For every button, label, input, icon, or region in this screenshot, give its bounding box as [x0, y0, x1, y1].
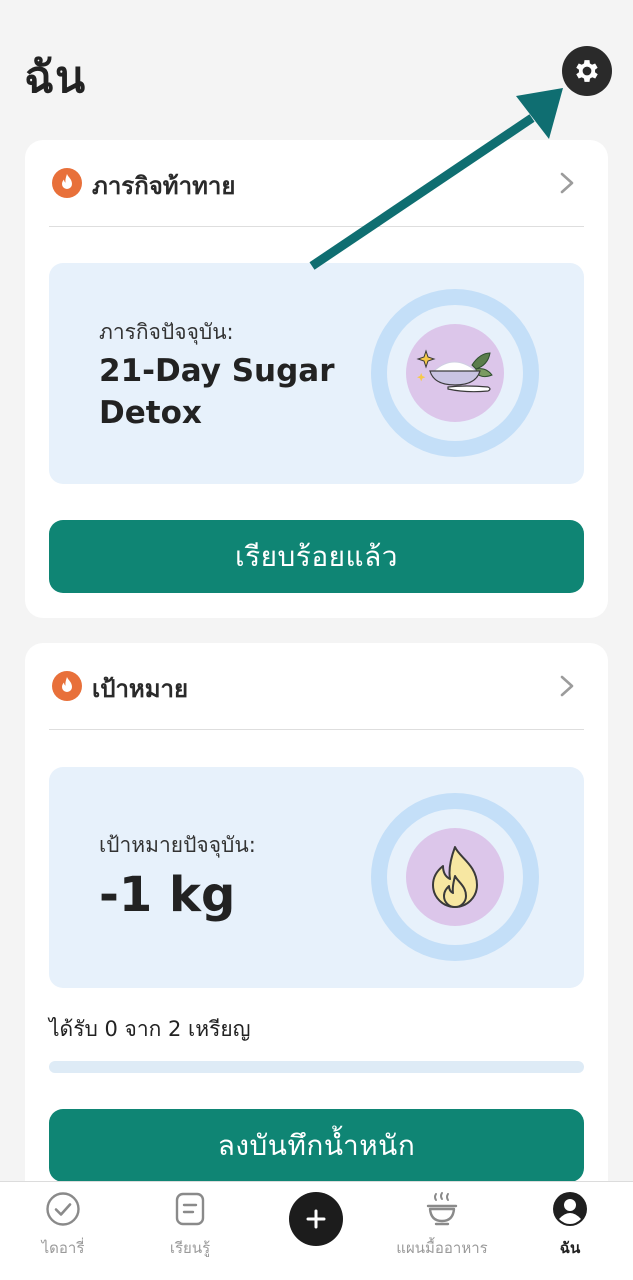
- divider: [49, 729, 584, 730]
- add-button[interactable]: [289, 1192, 343, 1246]
- current-challenge-panel: ภารกิจปัจจุบัน: 21-Day Sugar Detox: [49, 263, 584, 484]
- log-weight-button[interactable]: ลงบันทึกน้ำหนัก: [49, 1109, 584, 1182]
- tab-meal-plan-label: แผนมื้ออาหาร: [396, 1239, 488, 1257]
- tab-me-label: ฉัน: [559, 1239, 581, 1257]
- flame-icon: [52, 168, 82, 198]
- bottom-tab-bar: ไดอารี่ เรียนรู้ แผนมื้ออาหาร ฉัน: [0, 1181, 633, 1280]
- challenge-badge: [371, 289, 539, 457]
- plus-icon: [306, 1209, 326, 1229]
- goal-card: เป้าหมาย เป้าหมายปัจจุบัน: -1 kg ได้รับ …: [25, 643, 608, 1203]
- current-goal-label: เป้าหมายปัจจุบัน:: [99, 833, 256, 857]
- challenge-card-title: ภารกิจท้าทาย: [92, 172, 236, 200]
- tab-meal-plan[interactable]: แผนมื้ออาหาร: [379, 1182, 505, 1280]
- gear-icon: [576, 60, 598, 82]
- goal-card-title: เป้าหมาย: [92, 675, 189, 703]
- tab-diary[interactable]: ไดอารี่: [0, 1182, 126, 1280]
- current-challenge-label: ภารกิจปัจจุบัน:: [99, 320, 234, 344]
- current-goal-value: -1 kg: [99, 867, 236, 923]
- check-circle-icon: [45, 1191, 81, 1227]
- tab-diary-label: ไดอารี่: [41, 1239, 85, 1257]
- medals-progress-text: ได้รับ 0 จาก 2 เหรียญ: [49, 1017, 251, 1041]
- article-icon: [172, 1191, 208, 1227]
- tab-learn[interactable]: เรียนรู้: [127, 1182, 253, 1280]
- tab-learn-label: เรียนรู้: [169, 1239, 211, 1257]
- medals-progress-bar: [49, 1061, 584, 1073]
- current-goal-panel: เป้าหมายปัจจุบัน: -1 kg: [49, 767, 584, 988]
- goal-card-header[interactable]: เป้าหมาย: [25, 643, 608, 729]
- current-challenge-name-line2: Detox: [99, 395, 202, 431]
- bowl-icon: [424, 1191, 460, 1227]
- sugar-bowl-icon: [416, 349, 493, 393]
- divider: [49, 226, 584, 227]
- chevron-right-icon: [560, 675, 574, 697]
- flame-icon: [432, 846, 478, 908]
- challenge-card: ภารกิจท้าทาย ภารกิจปัจจุบัน: 21-Day Suga…: [25, 140, 608, 618]
- chevron-right-icon: [560, 172, 574, 194]
- flame-icon: [52, 671, 82, 701]
- tab-me[interactable]: ฉัน: [507, 1182, 633, 1280]
- user-icon: [552, 1191, 588, 1227]
- challenge-card-header[interactable]: ภารกิจท้าทาย: [25, 140, 608, 226]
- current-challenge-name-line1: 21-Day Sugar: [99, 353, 335, 389]
- page-title: ฉัน: [24, 52, 87, 103]
- goal-badge: [371, 793, 539, 961]
- settings-button[interactable]: [562, 46, 612, 96]
- challenge-done-button[interactable]: เรียบร้อยแล้ว: [49, 520, 584, 593]
